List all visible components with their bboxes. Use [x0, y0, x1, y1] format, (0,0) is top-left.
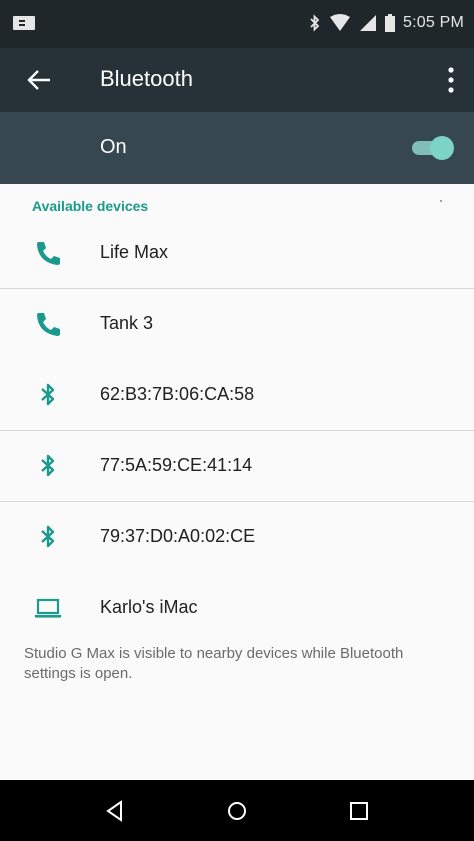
device-item[interactable]: Karlo's iMac: [0, 573, 474, 643]
page-title: Bluetooth: [100, 66, 193, 91]
nav-recents-icon[interactable]: [344, 796, 374, 826]
bluetooth-icon: [41, 454, 55, 477]
toggle-thumb: [430, 136, 454, 160]
nav-back-icon[interactable]: [100, 796, 130, 826]
bluetooth-master-switch-row[interactable]: On: [0, 112, 474, 184]
wifi-icon: [330, 14, 350, 31]
bluetooth-icon: [310, 14, 320, 32]
battery-icon: [385, 14, 395, 32]
device-name: Tank 3: [100, 313, 154, 333]
signal-icon: [360, 15, 376, 31]
device-item[interactable]: 77:5A:59:CE:41:14: [0, 431, 474, 501]
device-item[interactable]: Life Max: [0, 218, 474, 288]
progress-indicator: [440, 200, 442, 202]
device-list-container: Available devices Life Max Tank 3 62:B3:…: [0, 184, 474, 780]
status-time: 5:05 PM: [403, 14, 464, 31]
device-item[interactable]: 62:B3:7B:06:CA:58: [0, 360, 474, 430]
arrow-back-icon[interactable]: [26, 68, 52, 92]
device-name: 62:B3:7B:06:CA:58: [100, 384, 255, 404]
phone-icon: [37, 313, 60, 336]
laptop-icon: [35, 598, 61, 618]
bluetooth-toggle[interactable]: [410, 136, 454, 160]
bluetooth-icon: [41, 383, 55, 406]
device-name: 79:37:D0:A0:02:CE: [100, 526, 256, 546]
device-name: Karlo's iMac: [100, 597, 198, 617]
visibility-info-text: Studio G Max is visible to nearby device…: [24, 645, 404, 682]
status-icons: 5:05 PM: [309, 13, 464, 33]
bluetooth-icon: [41, 525, 55, 548]
device-item[interactable]: 79:37:D0:A0:02:CE: [0, 502, 474, 572]
notification-icon: [13, 16, 35, 30]
nav-home-icon[interactable]: [222, 796, 252, 826]
more-vert-icon[interactable]: [446, 66, 456, 94]
device-item[interactable]: Tank 3: [0, 289, 474, 359]
device-name: Life Max: [100, 242, 169, 262]
status-bar: 5:05 PM: [0, 0, 474, 48]
master-switch-label: On: [100, 136, 127, 158]
device-name: 77:5A:59:CE:41:14: [100, 455, 253, 475]
app-bar: Bluetooth: [0, 48, 474, 112]
navigation-bar: [0, 780, 474, 841]
phone-icon: [37, 242, 60, 265]
section-header-available-devices: Available devices: [32, 198, 149, 214]
